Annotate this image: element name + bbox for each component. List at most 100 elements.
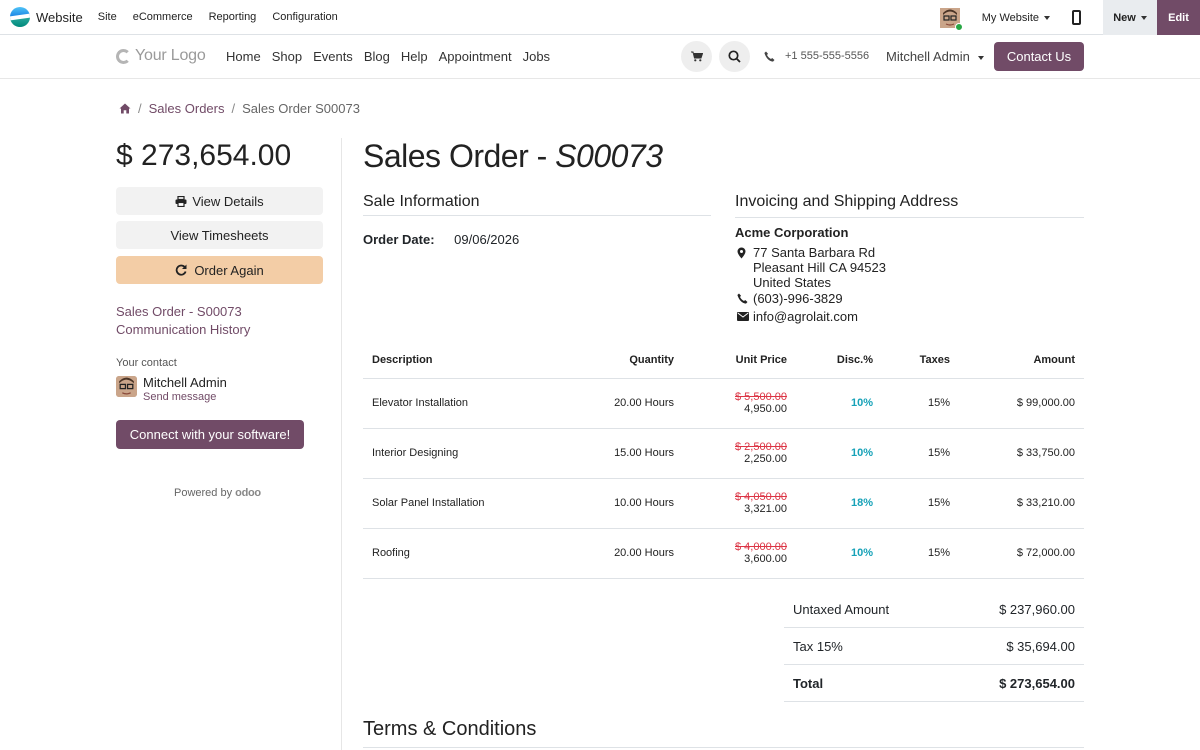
- admin-avatar[interactable]: [939, 7, 963, 31]
- chevron-down-icon: [977, 55, 984, 60]
- my-website-dropdown[interactable]: My Website: [982, 12, 1050, 24]
- nav-appointment[interactable]: Appointment: [439, 49, 512, 64]
- column-divider: [341, 138, 342, 750]
- line-discounted-price: 3,321.00: [744, 503, 787, 515]
- line-discounted-price: 2,250.00: [744, 453, 787, 465]
- website-app-brand[interactable]: Website: [0, 7, 83, 27]
- search-button[interactable]: [719, 41, 750, 72]
- admin-menu-ecommerce[interactable]: eCommerce: [133, 11, 193, 23]
- mobile-preview-icon[interactable]: [1072, 10, 1081, 25]
- line-amount: $ 72,000.00: [959, 528, 1084, 579]
- map-marker-icon: [737, 247, 746, 259]
- line-amount: $ 33,210.00: [959, 478, 1084, 529]
- line-description: Solar Panel Installation: [363, 478, 553, 529]
- address-heading: Invoicing and Shipping Address: [735, 193, 1084, 218]
- view-timesheets-button[interactable]: View Timesheets: [116, 221, 323, 249]
- line-taxes: 15%: [882, 378, 959, 429]
- view-details-label: View Details: [192, 193, 264, 209]
- nav-help[interactable]: Help: [401, 49, 428, 64]
- powered-by-label: Powered by: [174, 487, 233, 499]
- table-row: Interior Designing 15.00 Hours $ 2,500.0…: [363, 428, 1084, 479]
- total-label: Total: [793, 675, 824, 691]
- site-logo[interactable]: Your Logo: [116, 47, 206, 65]
- nav-events[interactable]: Events: [313, 49, 353, 64]
- nav-home[interactable]: Home: [226, 49, 261, 64]
- line-unit-price: $ 2,500.00 2,250.00: [683, 428, 796, 479]
- admin-bar: Website Site eCommerce Reporting Configu…: [0, 0, 1200, 35]
- print-icon: [175, 195, 187, 207]
- nav-blog[interactable]: Blog: [364, 49, 390, 64]
- nav-shop[interactable]: Shop: [272, 49, 302, 64]
- send-message-link[interactable]: Send message: [143, 391, 216, 403]
- line-quantity: 20.00 Hours: [553, 378, 683, 429]
- user-dropdown[interactable]: Mitchell Admin: [886, 49, 984, 64]
- col-taxes: Taxes: [882, 343, 959, 379]
- table-header-row: Description Quantity Unit Price Disc.% T…: [363, 343, 1084, 379]
- company-name: Acme Corporation: [735, 225, 849, 240]
- table-row: Elevator Installation 20.00 Hours $ 5,50…: [363, 378, 1084, 429]
- table-row: Solar Panel Installation 10.00 Hours $ 4…: [363, 478, 1084, 529]
- page-title-prefix: Sales Order -: [363, 138, 556, 174]
- order-number: S00073: [555, 138, 663, 174]
- col-description: Description: [363, 343, 553, 379]
- untaxed-value: $ 237,960.00: [999, 601, 1075, 617]
- col-discount: Disc.%: [796, 343, 882, 379]
- address-email: info@agrolait.com: [753, 309, 858, 324]
- untaxed-label: Untaxed Amount: [793, 601, 890, 617]
- edit-button[interactable]: Edit: [1157, 0, 1200, 35]
- odoo-logo[interactable]: odoo: [235, 487, 261, 499]
- line-original-price: $ 2,500.00: [735, 441, 787, 453]
- line-discount: 10%: [796, 428, 882, 479]
- phone-number: +1 555-555-5556: [785, 50, 870, 62]
- user-name: Mitchell Admin: [886, 49, 970, 64]
- new-button-label: New: [1113, 11, 1136, 24]
- communication-history-link[interactable]: Communication History: [116, 321, 250, 339]
- home-icon[interactable]: [119, 103, 131, 114]
- order-date-value: 09/06/2026: [454, 232, 520, 247]
- admin-menu: Site eCommerce Reporting Configuration: [98, 11, 354, 23]
- connect-software-button[interactable]: Connect with your software!: [116, 420, 304, 449]
- powered-by: Powered by odoo: [174, 487, 261, 499]
- breadcrumb-sales-orders[interactable]: Sales Orders: [149, 101, 225, 116]
- sale-information-heading: Sale Information: [363, 193, 711, 216]
- new-button[interactable]: New: [1103, 0, 1157, 35]
- phone-link[interactable]: +1 555-555-5556: [764, 50, 869, 62]
- view-details-button[interactable]: View Details: [116, 187, 323, 215]
- contact-avatar: [116, 376, 137, 397]
- sales-order-link[interactable]: Sales Order - S00073: [116, 303, 250, 321]
- website-app-icon: [10, 7, 30, 27]
- online-status-dot: [954, 22, 963, 31]
- admin-bar-right: My Website New Edit: [939, 0, 1200, 35]
- line-quantity: 10.00 Hours: [553, 478, 683, 529]
- address-city: Pleasant Hill CA 94523: [753, 260, 886, 275]
- breadcrumb-current: Sales Order S00073: [242, 101, 360, 116]
- site-logo-text: Your Logo: [135, 47, 206, 64]
- phone-icon: [737, 293, 748, 304]
- order-again-label: Order Again: [194, 262, 264, 278]
- page-title: Sales Order - S00073: [363, 138, 663, 175]
- col-quantity: Quantity: [553, 343, 683, 379]
- line-original-price: $ 4,000.00: [735, 541, 787, 553]
- order-date-label: Order Date:: [363, 232, 435, 247]
- totals-table: Untaxed Amount $ 237,960.00 Tax 15% $ 35…: [784, 591, 1084, 702]
- order-lines-table: Description Quantity Unit Price Disc.% T…: [363, 343, 1084, 579]
- cart-button[interactable]: [681, 41, 712, 72]
- table-row: Roofing 20.00 Hours $ 4,000.00 3,600.00 …: [363, 528, 1084, 579]
- sidebar-total: $ 273,654.00: [116, 139, 292, 172]
- nav-jobs[interactable]: Jobs: [523, 49, 550, 64]
- line-discounted-price: 4,950.00: [744, 403, 787, 415]
- order-date: Order Date: 09/06/2026: [363, 232, 519, 247]
- order-again-button[interactable]: Order Again: [116, 256, 323, 284]
- line-discount: 18%: [796, 478, 882, 529]
- site-header: Your Logo Home Shop Events Blog Help App…: [0, 35, 1200, 79]
- line-discounted-price: 3,600.00: [744, 553, 787, 565]
- admin-menu-configuration[interactable]: Configuration: [272, 11, 337, 23]
- total-row: Total $ 273,654.00: [784, 665, 1084, 702]
- refresh-icon: [176, 264, 187, 276]
- line-taxes: 15%: [882, 528, 959, 579]
- contact-us-button[interactable]: Contact Us: [994, 42, 1084, 71]
- untaxed-row: Untaxed Amount $ 237,960.00: [784, 591, 1084, 628]
- col-unit-price: Unit Price: [683, 343, 796, 379]
- admin-menu-reporting[interactable]: Reporting: [209, 11, 257, 23]
- admin-menu-site[interactable]: Site: [98, 11, 117, 23]
